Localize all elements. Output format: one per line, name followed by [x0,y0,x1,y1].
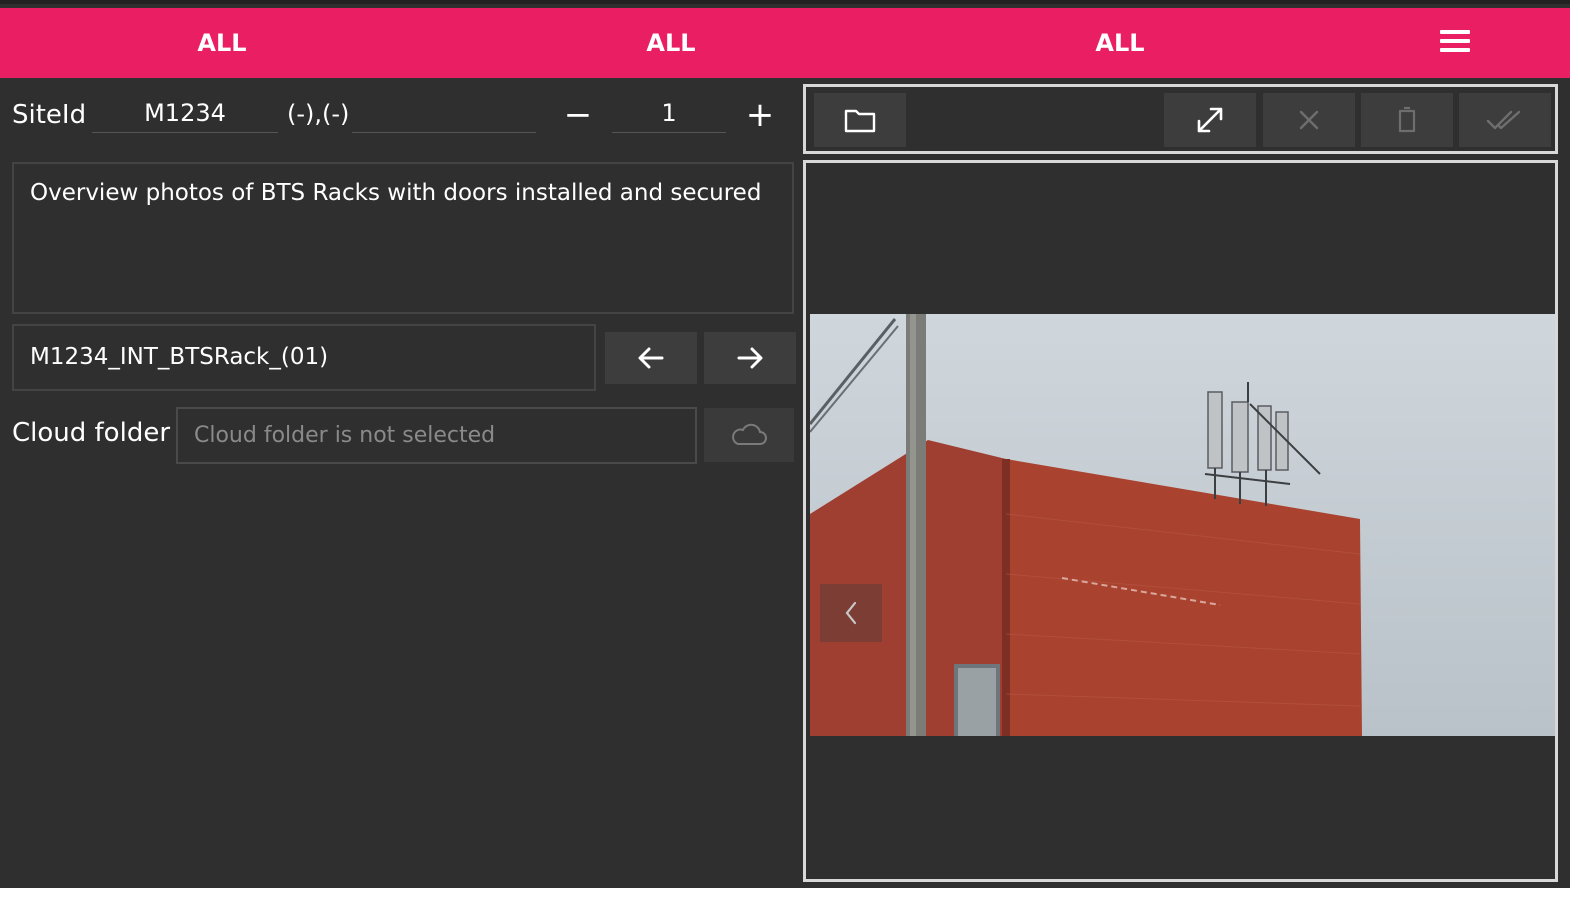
next-file-button[interactable] [704,332,796,384]
cloud-folder-input[interactable]: Cloud folder is not selected [176,407,697,464]
close-button[interactable] [1263,93,1355,147]
site-photo [810,314,1555,736]
image-viewer [803,160,1558,882]
confirm-button[interactable] [1459,93,1551,147]
description-text[interactable]: Overview photos of BTS Racks with doors … [12,162,794,314]
cloud-select-button[interactable] [704,408,794,462]
decrement-button[interactable]: − [560,98,596,132]
image-toolbar [803,84,1558,154]
arrow-right-icon [737,347,763,369]
previous-image-button[interactable] [820,584,882,642]
fullscreen-button[interactable] [1164,93,1256,147]
building-photo [810,314,1555,736]
coords-input[interactable] [352,98,536,133]
double-check-icon [1486,110,1521,130]
counter-input[interactable]: 1 [612,98,726,133]
top-tab-bar: ALL ALL ALL [0,8,1570,78]
close-icon [1299,110,1319,130]
previous-file-button[interactable] [605,332,697,384]
tab-all-1[interactable]: ALL [122,8,322,78]
tab-all-3[interactable]: ALL [1020,8,1220,78]
folder-icon [844,109,876,133]
file-name-field[interactable]: M1234_INT_BTSRack_(01) [12,324,596,391]
expand-icon [1197,107,1223,133]
tab-all-2[interactable]: ALL [571,8,771,78]
delete-button[interactable] [1361,93,1453,147]
open-folder-button[interactable] [814,93,906,147]
siteid-label: SiteId [12,100,87,130]
coords-label: (-),(-) [287,100,350,128]
cloud-icon [732,423,767,445]
arrow-left-icon [638,347,664,369]
hamburger-icon[interactable] [1440,30,1470,56]
chevron-left-icon [845,601,857,625]
app-window: ALL ALL ALL SiteId M1234 (-),(-) − 1 + O… [0,0,1570,888]
trash-icon [1398,106,1416,133]
siteid-input[interactable]: M1234 [92,98,278,133]
increment-button[interactable]: + [742,98,778,132]
cloud-folder-label: Cloud folder [12,418,171,448]
